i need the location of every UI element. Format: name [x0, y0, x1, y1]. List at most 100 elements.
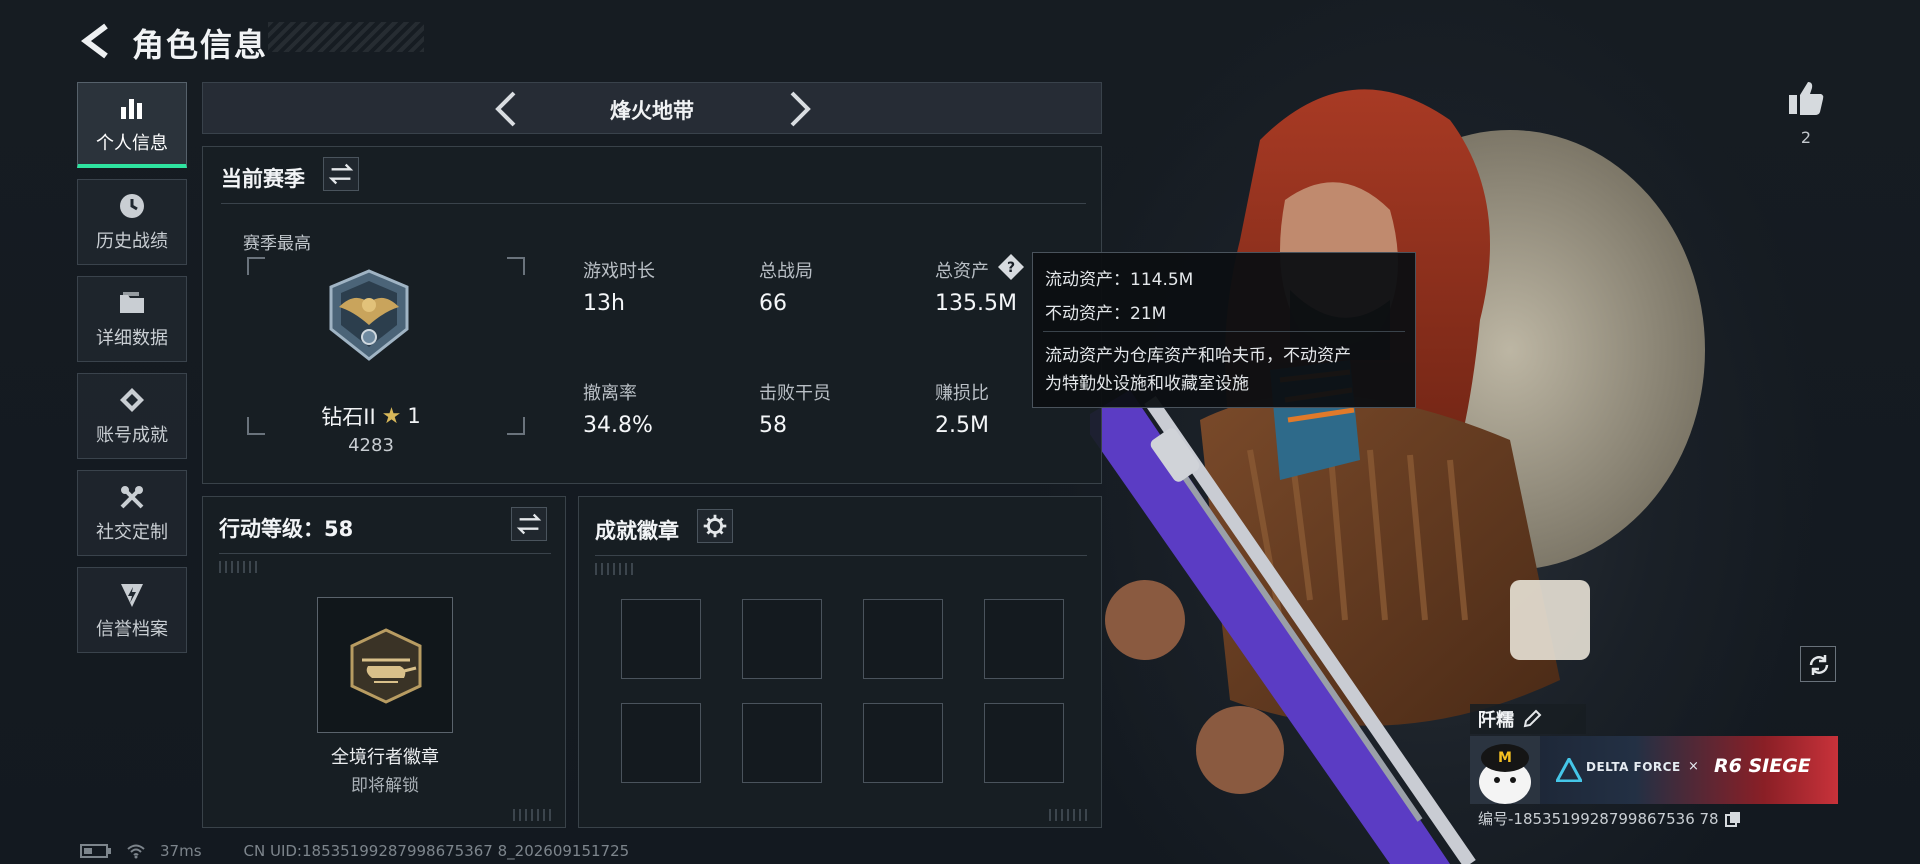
diamond-medal-icon	[120, 388, 144, 412]
divider-decoration	[219, 561, 259, 573]
stat-value: 58	[759, 413, 787, 438]
divider	[221, 203, 1086, 204]
like-count: 2	[1800, 128, 1812, 147]
chevron-right-icon[interactable]	[780, 87, 820, 131]
divider	[219, 553, 551, 554]
help-diamond-icon[interactable]: ?	[997, 253, 1025, 281]
frame-corner	[247, 257, 265, 275]
nav-label: 账号成就	[96, 425, 168, 446]
page-title: 角色信息	[132, 26, 269, 64]
nav-item-social-custom[interactable]: 社交定制	[77, 470, 187, 556]
edit-pencil-icon[interactable]	[1522, 709, 1542, 729]
player-card: 阡糯 M DELTA FORCE × R6 SIEGE 编号-185351992…	[1470, 700, 1840, 828]
rank-line: 钻石II ★ 1	[303, 401, 439, 431]
stat-label: 击败干员	[759, 383, 831, 404]
badge-status: 即将解锁	[351, 776, 419, 796]
badge-slot[interactable]	[863, 703, 943, 783]
action-level-title: 行动等级：58	[219, 517, 354, 541]
status-bar: 37ms CN UID:18535199287998675367 8_20260…	[80, 842, 629, 860]
rank-stars: 1	[407, 404, 421, 428]
tooltip-description-2: 为特勤处设施和收藏室设施	[1045, 374, 1249, 394]
rank-points: 4283	[348, 435, 394, 456]
tooltip-fixed-assets: 不动资产：21M	[1045, 304, 1167, 324]
player-id-row: 编号-1853519928799867536 78	[1478, 808, 1741, 829]
swap-action-button[interactable]	[511, 507, 547, 541]
stat-label: 总战局	[759, 261, 813, 282]
nav-item-history[interactable]: 历史战绩	[77, 179, 187, 265]
refresh-button[interactable]	[1800, 646, 1836, 682]
corner-decoration	[1049, 809, 1089, 821]
settings-gear-button[interactable]	[697, 509, 733, 543]
badge-slot[interactable]	[621, 703, 701, 783]
tooltip-liquid-assets: 流动资产：114.5M	[1045, 270, 1194, 290]
ping-text: 37ms	[160, 842, 202, 860]
divider-decoration	[595, 563, 635, 575]
season-title: 当前赛季	[221, 167, 305, 191]
frame-corner	[507, 257, 525, 275]
svg-text:?: ?	[1007, 260, 1015, 276]
divider	[595, 555, 1087, 556]
achievement-title: 成就徽章	[595, 519, 679, 543]
tooltip-description-1: 流动资产为仓库资产和哈夫币，不动资产	[1045, 346, 1351, 366]
collab-name: R6 SIEGE	[1714, 755, 1811, 777]
tools-icon	[120, 486, 144, 509]
nav-label: 详细数据	[96, 328, 168, 349]
refresh-icon	[1809, 655, 1829, 675]
stat-value: 13h	[583, 291, 625, 316]
title-decoration	[268, 22, 424, 52]
nav-label: 信誉档案	[96, 619, 168, 640]
nav-item-personal-info[interactable]: 个人信息	[77, 82, 187, 168]
rank-name: 钻石II	[321, 405, 376, 429]
corner-decoration	[513, 809, 553, 821]
badge-frame[interactable]	[317, 597, 453, 733]
frame-corner	[247, 417, 265, 435]
badge-slot[interactable]	[984, 599, 1064, 679]
badge-slot[interactable]	[742, 703, 822, 783]
bar-chart-icon	[121, 98, 142, 119]
nav-item-detail-data[interactable]: 详细数据	[77, 276, 187, 362]
collab-banner[interactable]: M DELTA FORCE × R6 SIEGE	[1470, 736, 1838, 804]
star-icon: ★	[381, 403, 402, 429]
stat-label: 总资产	[935, 261, 989, 282]
frame-corner	[507, 417, 525, 435]
thumbs-up-icon[interactable]	[1786, 78, 1826, 118]
assets-tooltip: 流动资产：114.5M 不动资产：21M 流动资产为仓库资产和哈夫币，不动资产 …	[1032, 252, 1416, 408]
helicopter-badge-icon	[350, 628, 422, 704]
copy-icon[interactable]	[1724, 811, 1741, 827]
uid-text: CN UID:18535199287998675367 8_2026091517…	[243, 842, 630, 860]
badge-name: 全境行者徽章	[331, 747, 439, 768]
back-arrow-icon[interactable]	[78, 22, 116, 60]
collab-cross: ×	[1688, 759, 1699, 774]
stat-value: 2.5M	[935, 413, 989, 438]
svg-text:M: M	[1498, 750, 1512, 766]
player-name-bar: 阡糯	[1470, 704, 1586, 734]
swap-season-button[interactable]	[323, 157, 359, 191]
stat-value: 66	[759, 291, 787, 316]
stat-label: 游戏时长	[583, 261, 655, 282]
nav-item-credit-record[interactable]: 信誉档案	[77, 567, 187, 653]
rank-emblem-icon	[329, 269, 409, 361]
badge-slot[interactable]	[742, 599, 822, 679]
action-level-panel: 行动等级：58 全境行者徽章 即将解锁	[202, 496, 566, 828]
stat-label: 撤离率	[583, 383, 637, 404]
player-name: 阡糯	[1478, 710, 1514, 731]
mode-name: 烽火地带	[610, 99, 694, 123]
season-panel: 当前赛季 赛季最高 钻石II ★ 1 4283 游戏时长 13h 总战局 66 …	[202, 146, 1102, 484]
achievement-panel: 成就徽章	[578, 496, 1102, 828]
stat-label: 赚损比	[935, 383, 989, 404]
divider	[1043, 331, 1405, 332]
wifi-icon	[127, 844, 145, 859]
stat-value: 34.8%	[583, 413, 653, 438]
delta-force-logo-icon	[1556, 758, 1582, 782]
nav-label: 个人信息	[96, 132, 168, 154]
stat-value: 135.5M	[935, 291, 1017, 316]
badge-slot[interactable]	[621, 599, 701, 679]
nav-item-achievements[interactable]: 账号成就	[77, 373, 187, 459]
badge-slot[interactable]	[984, 703, 1064, 783]
season-highest-label: 赛季最高	[243, 234, 311, 254]
shield-bolt-icon	[121, 584, 143, 607]
clock-icon	[120, 194, 144, 218]
nav-label: 历史战绩	[96, 231, 168, 252]
battery-icon	[80, 844, 111, 858]
badge-slot[interactable]	[863, 599, 943, 679]
